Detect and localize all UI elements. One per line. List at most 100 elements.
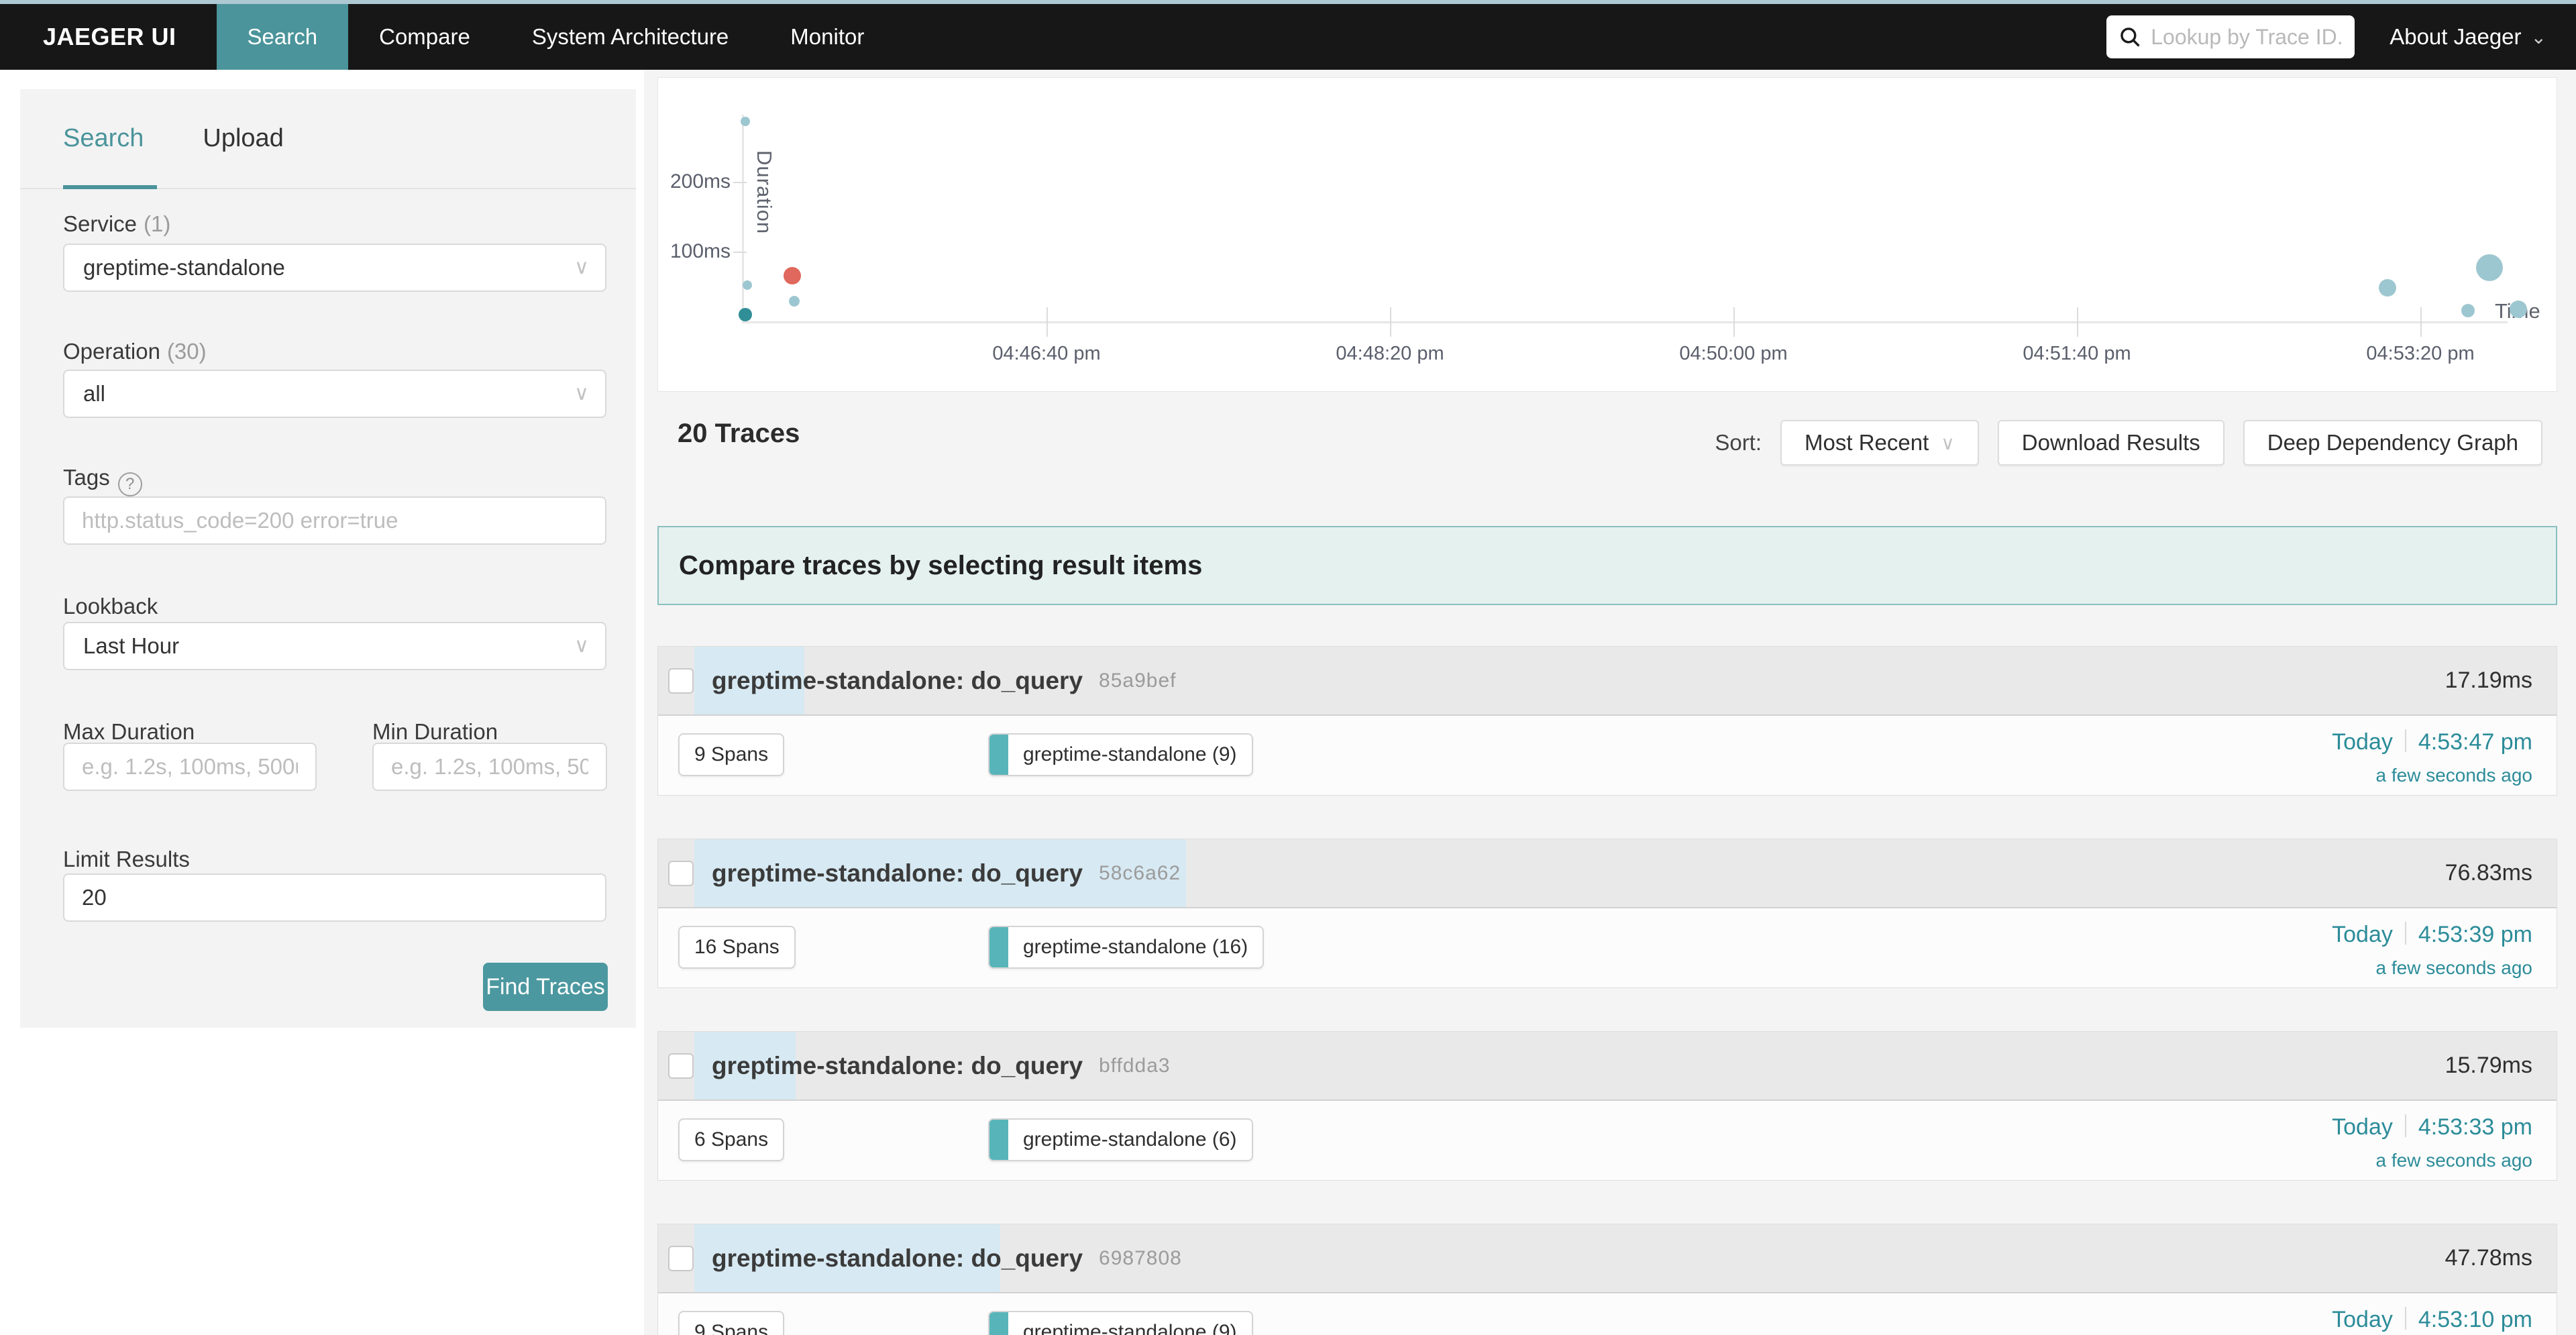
trace-row-header[interactable]: greptime-standalone: do_query 6987808 47… xyxy=(658,1224,2557,1293)
trace-scatter-dot[interactable] xyxy=(789,296,800,307)
trace-scatter-dot[interactable] xyxy=(2476,254,2503,281)
trace-row-body: 9 Spans greptime-standalone (9) Today4:5… xyxy=(658,1293,2557,1335)
trace-result-row[interactable]: greptime-standalone: do_query 58c6a62 76… xyxy=(657,839,2557,988)
service-tag-pill: greptime-standalone (6) xyxy=(988,1118,1253,1161)
trace-scatter-dot[interactable] xyxy=(739,308,752,321)
nav-menu: Search Compare System Architecture Monit… xyxy=(217,4,896,70)
trace-time: 4:53:47 pm xyxy=(2418,729,2532,755)
trace-time: 4:53:33 pm xyxy=(2418,1114,2532,1140)
trace-lookup-input[interactable] xyxy=(2151,25,2343,50)
trace-scatter-dot[interactable] xyxy=(2379,279,2396,297)
timestamp-divider xyxy=(2405,1307,2406,1330)
trace-relative-time: a few seconds ago xyxy=(2332,957,2532,979)
span-count-pill: 9 Spans xyxy=(678,733,784,776)
trace-timestamp: Today4:53:10 pm xyxy=(2332,1307,2532,1333)
min-duration-input[interactable] xyxy=(372,743,607,791)
lookback-select[interactable]: Last Hour ∨ xyxy=(63,622,606,670)
service-tag-pill: greptime-standalone (9) xyxy=(988,733,1253,776)
trace-title[interactable]: greptime-standalone: do_query xyxy=(712,667,1083,695)
trace-scatter-dot[interactable] xyxy=(784,267,801,284)
trace-scatter-dot[interactable] xyxy=(741,117,750,126)
results-area: Duration Time 200ms100ms04:46:40 pm04:48… xyxy=(644,70,2576,1335)
trace-result-row[interactable]: greptime-standalone: do_query 85a9bef 17… xyxy=(657,646,2557,796)
lookback-label: Lookback xyxy=(63,594,158,619)
nav-item-system-architecture[interactable]: System Architecture xyxy=(501,4,759,70)
nav-item-monitor[interactable]: Monitor xyxy=(759,4,895,70)
operation-label: Operation(30) xyxy=(63,339,207,364)
trace-row-body: 9 Spans greptime-standalone (9) Today4:5… xyxy=(658,716,2557,795)
trace-scatter-dot[interactable] xyxy=(2510,301,2527,318)
trace-id: 85a9bef xyxy=(1099,670,1176,692)
trace-select-checkbox[interactable] xyxy=(668,1246,694,1271)
brand-title[interactable]: JAEGER UI xyxy=(0,4,217,70)
x-tick-mark xyxy=(1390,307,1391,337)
trace-result-list: greptime-standalone: do_query 85a9bef 17… xyxy=(657,646,2557,1335)
sort-select[interactable]: Most Recent ∨ xyxy=(1780,420,1979,466)
limit-results-label: Limit Results xyxy=(63,847,190,872)
trace-select-checkbox[interactable] xyxy=(668,861,694,886)
trace-id: 6987808 xyxy=(1099,1247,1182,1270)
limit-results-input[interactable] xyxy=(63,873,606,922)
trace-title[interactable]: greptime-standalone: do_query xyxy=(712,1244,1083,1273)
service-tag-label: greptime-standalone (6) xyxy=(1008,1128,1252,1151)
x-tick-label: 04:48:20 pm xyxy=(1309,343,1470,365)
span-count-pill: 9 Spans xyxy=(678,1311,784,1335)
tags-input[interactable] xyxy=(63,496,606,545)
trace-result-row[interactable]: greptime-standalone: do_query bffdda3 15… xyxy=(657,1031,2557,1181)
trace-result-row[interactable]: greptime-standalone: do_query 6987808 47… xyxy=(657,1224,2557,1335)
timestamp-divider xyxy=(2405,1114,2406,1137)
trace-scatter-dot[interactable] xyxy=(743,280,752,290)
nav-right: About Jaeger ⌄ xyxy=(2106,4,2576,70)
service-label: Service(1) xyxy=(63,211,170,237)
x-tick-label: 04:53:20 pm xyxy=(2340,343,2501,365)
chevron-down-icon: ∨ xyxy=(1941,432,1955,454)
nav-item-compare[interactable]: Compare xyxy=(348,4,501,70)
span-count-pill: 16 Spans xyxy=(678,926,796,969)
help-icon[interactable]: ? xyxy=(118,472,142,496)
sort-value: Most Recent xyxy=(1805,430,1929,456)
trace-select-checkbox[interactable] xyxy=(668,1053,694,1079)
service-color-swatch xyxy=(989,735,1008,775)
min-duration-label: Min Duration xyxy=(372,719,498,745)
trace-date: Today xyxy=(2332,922,2393,947)
service-select[interactable]: greptime-standalone ∨ xyxy=(63,244,606,292)
trace-title[interactable]: greptime-standalone: do_query xyxy=(712,1052,1083,1080)
trace-row-header[interactable]: greptime-standalone: do_query 58c6a62 76… xyxy=(658,839,2557,908)
trace-duration: 15.79ms xyxy=(2445,1032,2532,1100)
search-icon xyxy=(2118,25,2141,48)
trace-select-checkbox[interactable] xyxy=(668,668,694,694)
trace-relative-time: a few seconds ago xyxy=(2332,765,2532,786)
service-color-swatch xyxy=(989,927,1008,967)
find-traces-button[interactable]: Find Traces xyxy=(483,963,608,1011)
trace-row-header[interactable]: greptime-standalone: do_query 85a9bef 17… xyxy=(658,647,2557,716)
operation-select[interactable]: all ∨ xyxy=(63,370,606,418)
trace-date: Today xyxy=(2332,1307,2393,1332)
service-color-swatch xyxy=(989,1312,1008,1335)
y-tick-mark xyxy=(733,182,747,183)
sidebar-tab-search[interactable]: Search xyxy=(63,124,144,153)
trace-title[interactable]: greptime-standalone: do_query xyxy=(712,859,1083,888)
max-duration-label: Max Duration xyxy=(63,719,195,745)
results-toolbar: Sort: Most Recent ∨ Download Results Dee… xyxy=(1715,420,2542,466)
deep-dependency-graph-button[interactable]: Deep Dependency Graph xyxy=(2243,420,2542,466)
span-count-pill: 6 Spans xyxy=(678,1118,784,1161)
y-axis-line xyxy=(742,115,744,323)
active-tab-underline xyxy=(63,185,157,189)
about-jaeger-menu[interactable]: About Jaeger ⌄ xyxy=(2390,24,2546,50)
nav-item-search[interactable]: Search xyxy=(217,4,349,70)
trace-scatter-dot[interactable] xyxy=(2461,304,2475,317)
max-duration-input[interactable] xyxy=(63,743,317,791)
trace-duration: 47.78ms xyxy=(2445,1224,2532,1292)
chevron-down-icon: ∨ xyxy=(574,245,589,290)
duration-scatter-plot: Duration Time 200ms100ms04:46:40 pm04:48… xyxy=(657,77,2557,392)
y-axis-title: Duration xyxy=(752,150,776,234)
jaeger-search-page: JAEGER UI Search Compare System Architec… xyxy=(0,0,2576,1335)
y-tick-mark xyxy=(733,252,747,253)
download-results-button[interactable]: Download Results xyxy=(1998,420,2224,466)
x-axis-line xyxy=(742,321,2508,323)
sidebar-tab-upload[interactable]: Upload xyxy=(203,124,283,153)
trace-row-header[interactable]: greptime-standalone: do_query bffdda3 15… xyxy=(658,1032,2557,1101)
x-tick-mark xyxy=(1046,307,1048,337)
timestamp-divider xyxy=(2405,922,2406,945)
y-tick-label: 200ms xyxy=(658,170,731,193)
